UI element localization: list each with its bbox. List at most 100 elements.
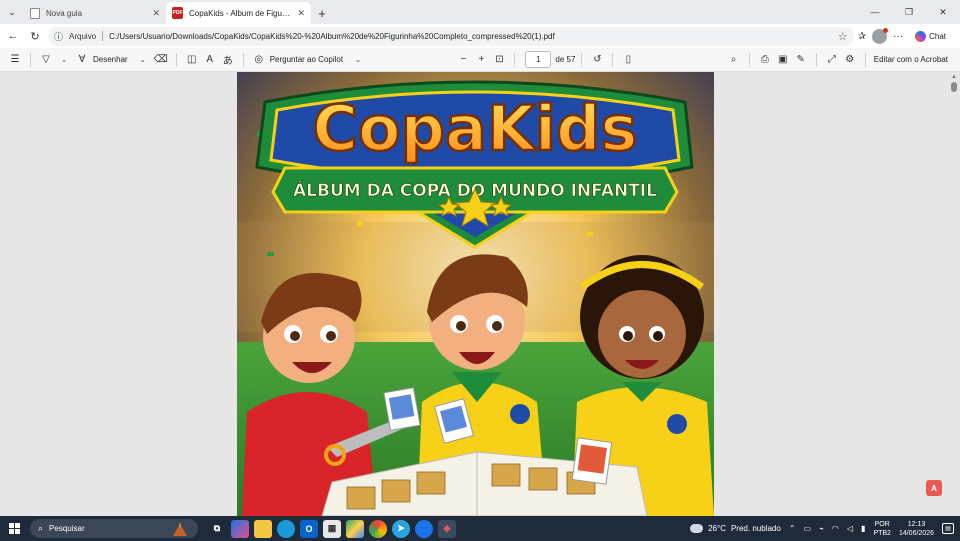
refresh-button[interactable]: ↻ (26, 27, 44, 45)
fullscreen-icon[interactable]: ⤢ (823, 51, 841, 69)
scheme-label: Arquivo (69, 31, 97, 41)
pdf-viewer[interactable]: CopaKids ÁLBUM DA COPA DO MUNDO INFANTIL (0, 72, 960, 516)
clock[interactable]: 12:13 14/06/2026 (899, 520, 934, 538)
read-aloud-icon[interactable]: A (201, 51, 219, 69)
draw-label[interactable]: Desenhar (93, 55, 128, 64)
profile-avatar[interactable] (872, 27, 889, 44)
draw-icon[interactable]: ∀ (73, 51, 91, 69)
pdf-page: CopaKids ÁLBUM DA COPA DO MUNDO INFANTIL (237, 72, 714, 516)
chrome-icon[interactable] (369, 519, 387, 538)
search-icon: ⌕ (38, 523, 44, 533)
chevron-down-icon[interactable]: ⌄ (134, 51, 152, 69)
zoom-out-icon[interactable]: − (454, 51, 472, 69)
edit-acrobat-button[interactable]: Editar com o Acrobat (874, 55, 948, 64)
drive-icon[interactable] (346, 519, 364, 538)
chevron-up-icon[interactable]: ⌃ (789, 524, 796, 533)
vertical-scrollbar[interactable]: ▲ (950, 74, 958, 514)
cover-illustration: CopaKids ÁLBUM DA COPA DO MUNDO INFANTIL (237, 72, 714, 516)
omnibox[interactable]: ⓘ Arquivo C:/Users/Usuario/Downloads/Cop… (48, 26, 854, 46)
weather-widget[interactable]: 26°C Pred. nublado (690, 524, 781, 533)
favorites-icon[interactable]: ✰ (858, 31, 866, 42)
taskbar: ⌕ Pesquisar ⧉ O ▦ ➤ ◆ 26°C Pred. nublado… (0, 516, 960, 541)
divider (242, 52, 244, 67)
back-button[interactable]: ← (4, 27, 22, 45)
close-window-icon[interactable]: ✕ (926, 0, 960, 24)
wifi-icon[interactable]: ◠ (832, 524, 839, 533)
save-icon[interactable]: ▣ (774, 51, 792, 69)
acrobat-icon[interactable]: A (926, 480, 942, 496)
scroll-up-icon[interactable]: ▲ (950, 74, 958, 80)
lang-bottom: PTB2 (873, 529, 891, 537)
clock-date: 14/06/2026 (898, 529, 934, 537)
fit-page-icon[interactable]: ⊡ (490, 51, 508, 69)
lang-top: POR (874, 520, 890, 528)
page-icon (30, 7, 40, 19)
outlook-icon[interactable]: O (300, 519, 318, 538)
divider (815, 52, 817, 67)
more-icon[interactable]: ··· (893, 31, 903, 42)
usb-icon[interactable]: ⌁ (819, 524, 824, 533)
close-icon[interactable]: ✕ (297, 8, 305, 19)
notification-icon[interactable]: ▤ (942, 523, 954, 534)
language-indicator[interactable]: POR PTB2 (873, 520, 891, 538)
copilot-icon (915, 30, 927, 42)
minimize-icon[interactable]: — (858, 0, 892, 24)
tab-strip: ⌄ Nova guia ✕ PDF CopaKids - Album de Fi… (0, 0, 960, 24)
search-highlight-icon (173, 522, 187, 536)
pdf-app-icon[interactable]: ◆ (438, 519, 456, 538)
translate-icon[interactable]: あ (219, 51, 237, 69)
divider (30, 52, 31, 67)
clock-time: 12:13 (907, 520, 926, 528)
network-icon[interactable]: ▭ (804, 524, 812, 533)
taskbar-search[interactable]: ⌕ Pesquisar (30, 519, 198, 538)
battery-icon[interactable]: ▮ (861, 524, 865, 533)
copilot-icon[interactable]: ◎ (250, 51, 268, 69)
copilot-app-icon[interactable] (231, 519, 249, 538)
tab-actions-menu-icon[interactable]: ⌄ (0, 0, 24, 24)
file-explorer-icon[interactable] (254, 519, 272, 538)
scroll-thumb[interactable] (951, 82, 957, 92)
tab-nova-guia[interactable]: Nova guia ✕ (24, 2, 166, 24)
favorite-star-icon[interactable]: ☆ (838, 30, 848, 43)
start-button[interactable] (0, 516, 28, 541)
edge-browser-icon[interactable] (277, 519, 295, 538)
edge-alt-icon[interactable] (415, 519, 433, 538)
eraser-icon[interactable]: ⌫ (152, 51, 170, 69)
restore-icon[interactable]: ❐ (892, 0, 926, 24)
volume-icon[interactable]: ◁ (847, 524, 853, 533)
new-tab-button[interactable]: + (311, 2, 333, 24)
close-icon[interactable]: ✕ (152, 8, 160, 19)
contents-icon[interactable]: ☰ (6, 51, 24, 69)
chat-label: Chat (929, 31, 946, 41)
taskbar-apps: ⧉ O ▦ ➤ ◆ (208, 519, 456, 538)
search-placeholder: Pesquisar (49, 524, 85, 533)
zoom-in-icon[interactable]: + (472, 51, 490, 69)
copilot-label[interactable]: Perguntar ao Copilot (270, 55, 343, 64)
save-as-icon[interactable]: ✎ (792, 51, 810, 69)
cloud-icon (690, 524, 704, 533)
chevron-down-icon[interactable]: ⌄ (349, 51, 367, 69)
info-icon[interactable]: ⓘ (54, 30, 63, 43)
system-tray: 26°C Pred. nublado ⌃ ▭ ⌁ ◠ ◁ ▮ POR PTB2 … (690, 520, 960, 538)
search-icon[interactable]: ⌕ (725, 51, 743, 69)
page-view-icon[interactable]: ◫ (183, 51, 201, 69)
gear-icon[interactable]: ⚙ (841, 51, 859, 69)
divider (748, 52, 750, 67)
divider (612, 52, 614, 67)
chevron-down-icon[interactable]: ⌄ (55, 51, 73, 69)
windows-logo-icon (8, 523, 20, 534)
rotate-icon[interactable]: ↺ (588, 51, 606, 69)
telegram-icon[interactable]: ➤ (392, 519, 410, 538)
url-text[interactable]: C:/Users/Usuario/Downloads/CopaKids/Copa… (109, 32, 832, 41)
highlight-icon[interactable]: ▽ (37, 51, 55, 69)
print-icon[interactable]: ⎙ (756, 51, 774, 69)
chat-button[interactable]: Chat (909, 29, 952, 44)
tab-title: Nova guia (46, 8, 83, 18)
weather-temp: 26°C (708, 524, 726, 533)
page-number-input[interactable]: 1 (525, 51, 552, 68)
tab-copakids[interactable]: PDF CopaKids - Album de Figurinha Co ✕ (166, 2, 311, 24)
two-page-icon[interactable]: ▯ (619, 51, 637, 69)
store-icon[interactable]: ▦ (323, 519, 341, 538)
divider (864, 52, 866, 67)
task-view-icon[interactable]: ⧉ (208, 520, 226, 538)
